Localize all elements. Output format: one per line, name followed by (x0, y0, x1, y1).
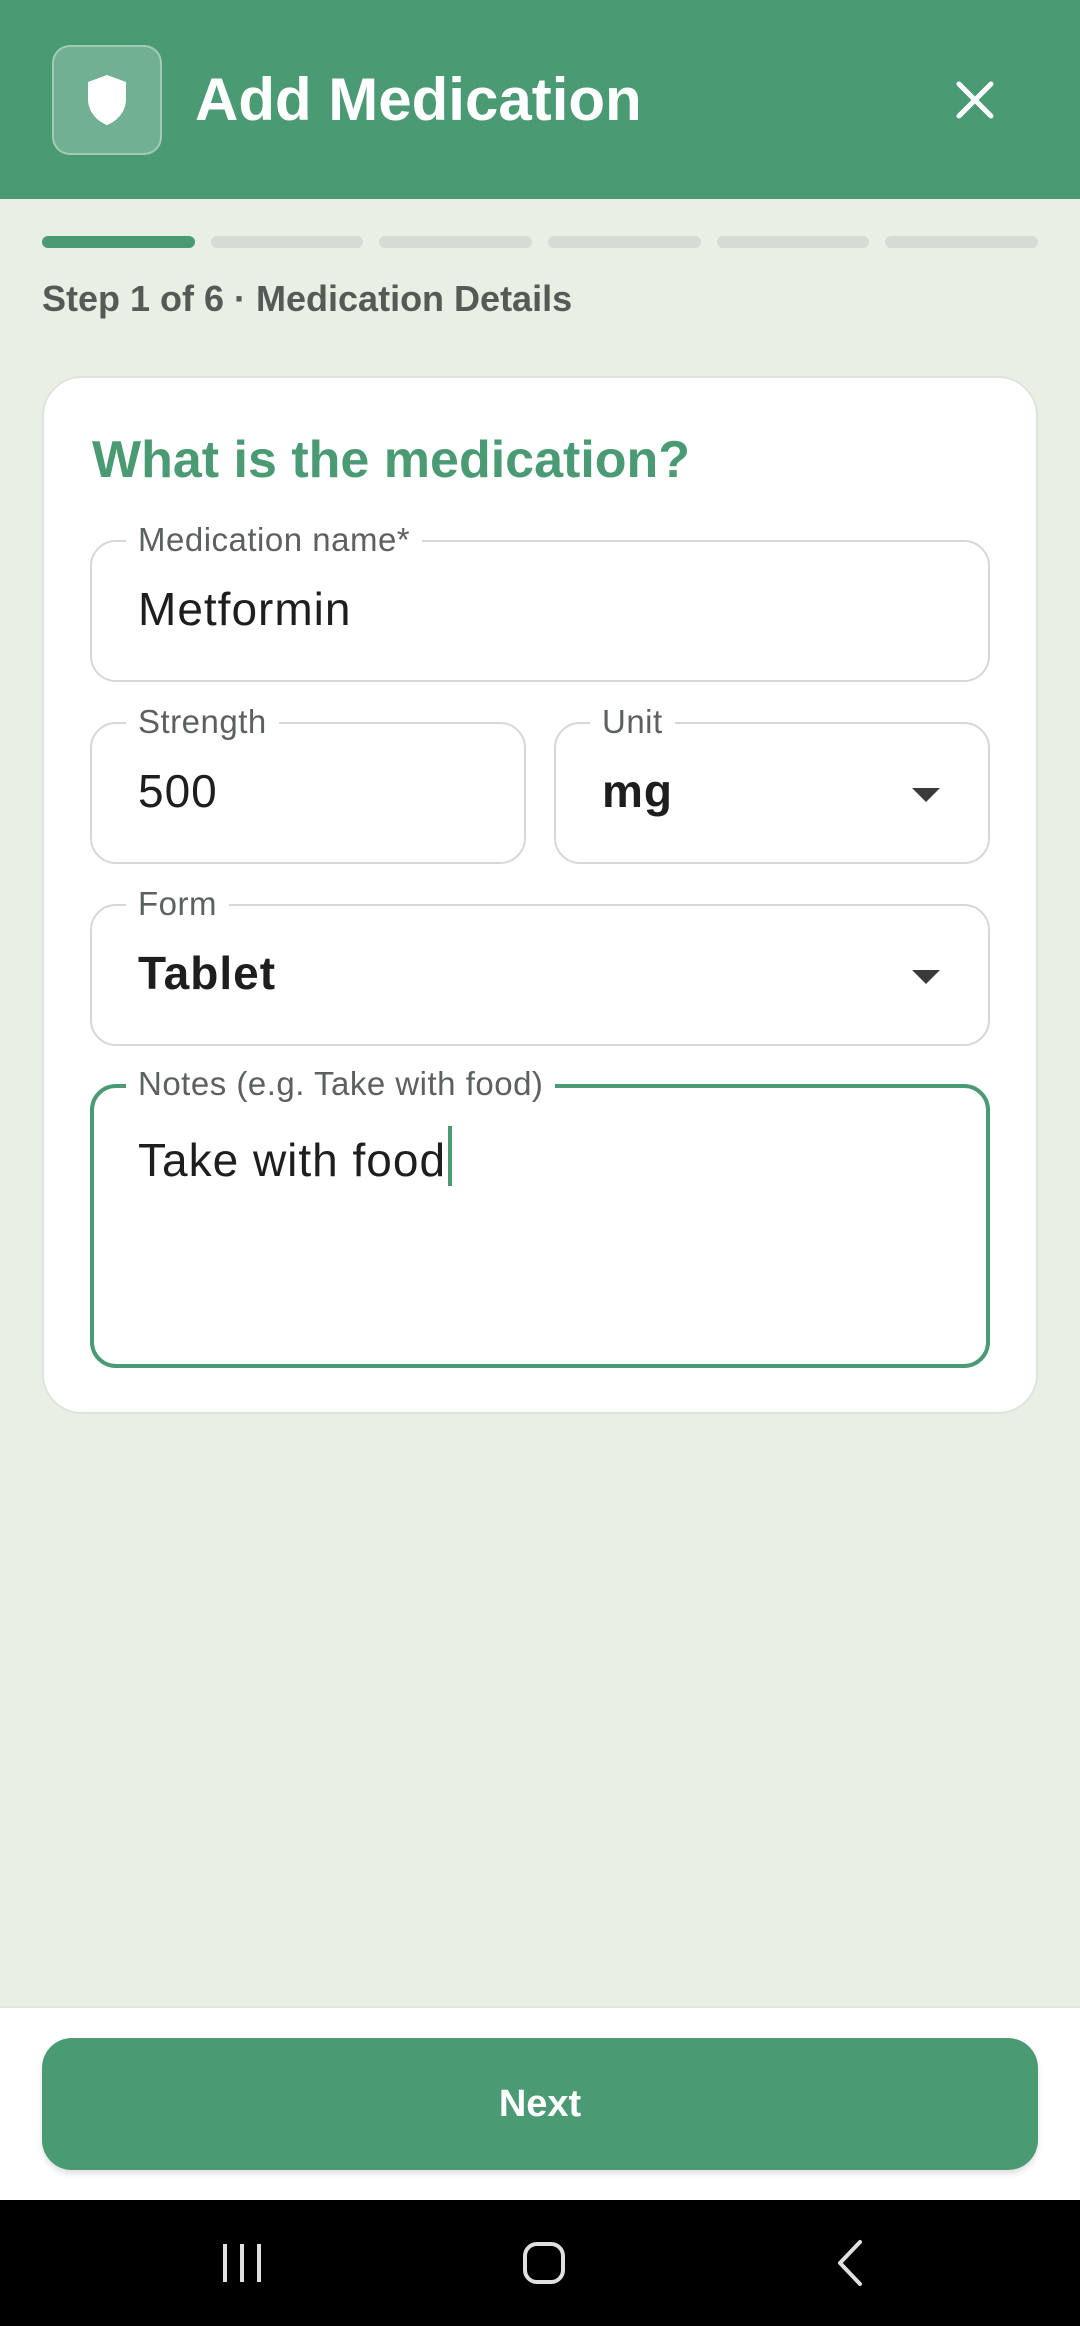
unit-select[interactable]: Unit mg (554, 702, 990, 864)
progress-segment-5 (716, 236, 870, 248)
form-value: Tablet (138, 947, 277, 999)
chevron-down-icon (912, 788, 940, 802)
unit-value: mg (602, 765, 673, 817)
strength-field[interactable]: Strength 500 (90, 702, 526, 864)
form-select[interactable]: Form Tablet (90, 884, 990, 1046)
page-title: Add Medication (195, 66, 642, 133)
medication-name-label: Medication name* (126, 520, 423, 560)
shield-icon (52, 45, 162, 155)
strength-value: 500 (138, 765, 218, 817)
medication-name-field[interactable]: Medication name* Metformin (90, 520, 990, 682)
progress-segment-6 (885, 236, 1039, 248)
system-nav-bar (0, 2200, 1080, 2326)
step-indicator: Step 1 of 6 · Medication Details (42, 278, 573, 319)
notes-value: Take with food (138, 1126, 453, 1187)
footer: Next (0, 2006, 1080, 2200)
card-title: What is the medication? (92, 431, 691, 489)
medication-name-value: Metformin (138, 583, 352, 635)
close-icon (956, 81, 994, 119)
recents-icon[interactable] (212, 2233, 272, 2293)
next-button[interactable]: Next (42, 2038, 1038, 2170)
progress-segment-4 (548, 236, 701, 248)
close-button[interactable] (940, 60, 1010, 140)
chevron-down-icon (912, 970, 940, 984)
progress-segment-1 (42, 236, 195, 248)
medication-form-card: What is the medication? Medication name*… (42, 376, 1038, 1414)
notes-textarea[interactable]: Notes (e.g. Take with food) Take with fo… (90, 1064, 990, 1368)
step-progress-bar (42, 236, 1039, 248)
unit-label: Unit (590, 702, 675, 742)
back-icon[interactable] (820, 2233, 880, 2293)
text-cursor (448, 1126, 453, 1186)
progress-segment-2 (210, 236, 364, 248)
home-icon[interactable] (514, 2233, 574, 2293)
form-label: Form (126, 884, 229, 924)
notes-label: Notes (e.g. Take with food) (126, 1064, 556, 1104)
progress-segment-3 (379, 236, 533, 248)
app-bar: Add Medication (0, 0, 1080, 199)
strength-label: Strength (126, 702, 279, 742)
